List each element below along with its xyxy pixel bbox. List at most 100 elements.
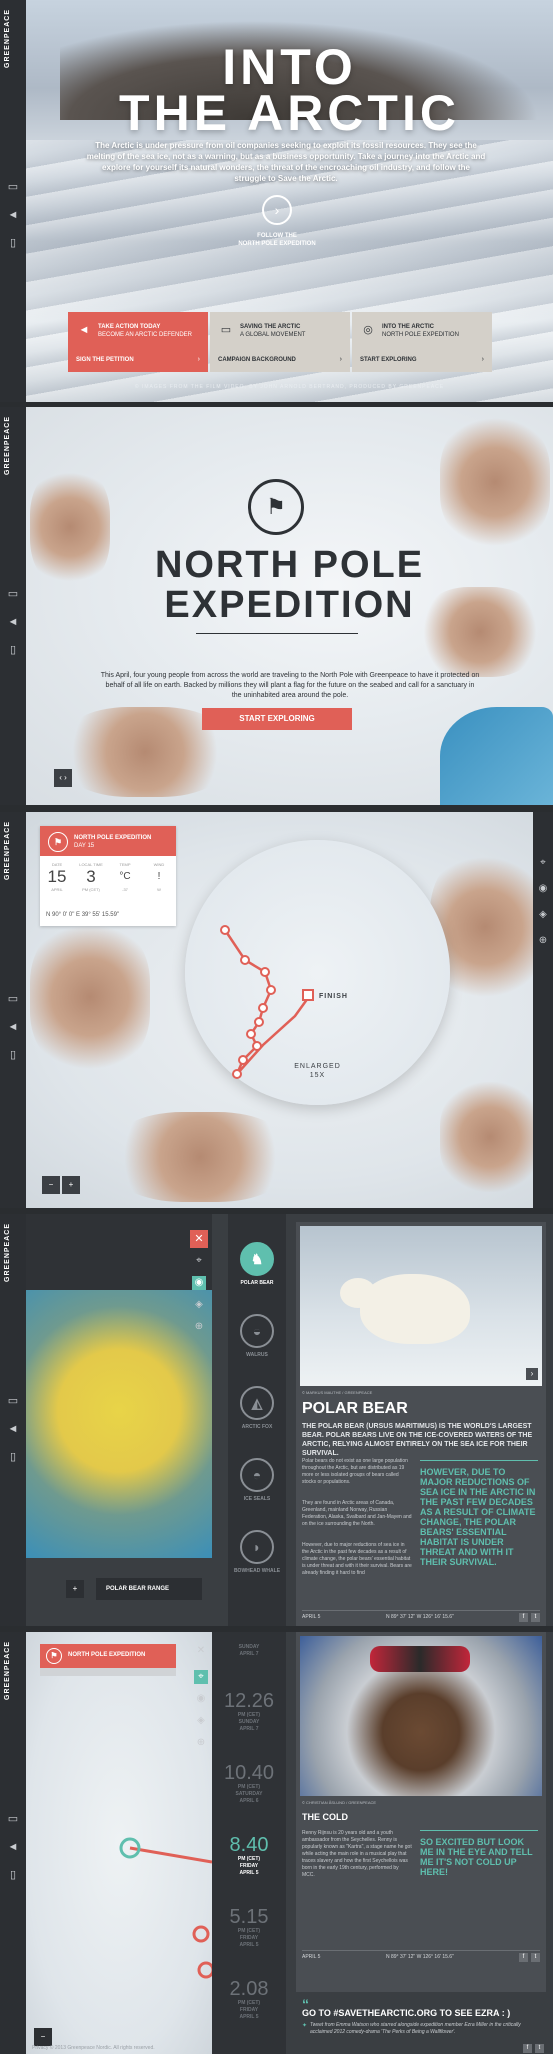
animal-icon[interactable]: ◉	[192, 1276, 206, 1290]
start-exploring-button[interactable]: START EXPLORING	[202, 708, 352, 730]
photo-credit: © MARKUS MAUTHE / GREENPEACE	[302, 1390, 373, 1395]
route-map[interactable]: ⚑ NORTH POLE EXPEDITION −	[26, 1632, 212, 2054]
route-waypoint	[260, 967, 270, 977]
animal-list: ♞ POLAR BEAR ◒ WALRUS ◭ ARCTIC FOX ◓ ICE…	[228, 1214, 286, 1626]
globe-icon[interactable]: ⊕	[536, 934, 550, 948]
animal-arctic-fox[interactable]: ◭ ARCTIC FOX	[232, 1386, 282, 1430]
zoom-out-button[interactable]: −	[42, 1176, 60, 1194]
shield-icon[interactable]: ◈	[192, 1298, 206, 1312]
follow-expedition-label[interactable]: FOLLOW THE NORTH POLE EXPEDITION	[210, 232, 344, 248]
shield-icon[interactable]: ◈	[194, 1714, 208, 1728]
map-icon[interactable]: ▭	[6, 180, 20, 194]
take-action-card[interactable]: ◄ TAKE ACTION TODAY BECOME AN ARCTIC DEF…	[68, 312, 208, 372]
cold-article: © CHRISTIAN ÅSLUND / GREENPEACE THE COLD…	[296, 1632, 546, 1992]
location-pin-icon[interactable]: ⌖	[192, 1254, 206, 1268]
timeline-entry[interactable]: 5.15 PM (CET) FRIDAY APRIL 5	[212, 1906, 286, 1949]
megaphone-icon[interactable]: ◄	[6, 615, 20, 629]
map-nav-button[interactable]: ‹ ›	[54, 769, 72, 787]
close-icon[interactable]: ✕	[190, 1230, 208, 1248]
enlarged-map-lens[interactable]: FINISH ENLARGED 15X	[185, 840, 450, 1105]
chevron-right-icon: ›	[197, 356, 200, 363]
into-arctic-card[interactable]: ◎ INTO THE ARCTIC NORTH POLE EXPEDITION …	[352, 312, 492, 372]
document-icon: ▭	[220, 324, 232, 336]
stat-wind: WIND ! W	[153, 862, 165, 892]
globe-icon[interactable]: ⊕	[194, 1736, 208, 1750]
timeline-entry[interactable]: 12.26 PM (CET) SUNDAY APRIL 7	[212, 1690, 286, 1733]
book-icon[interactable]: ▯	[6, 1048, 20, 1062]
route-overlay	[119, 1837, 212, 1979]
map-land	[440, 417, 550, 547]
expedition-emblem-icon: ◎	[363, 324, 373, 336]
greenpeace-logo[interactable]: GREENPEACE	[4, 820, 22, 880]
cta-link[interactable]: GO TO #SAVETHEARCTIC.ORG TO SEE EZRA : )	[302, 2008, 540, 2018]
book-icon[interactable]: ▯	[6, 643, 20, 657]
facebook-share-icon[interactable]: f	[523, 2044, 532, 2053]
animal-icon[interactable]: ◉	[194, 1692, 208, 1706]
animal-polar-bear[interactable]: ♞ POLAR BEAR	[232, 1242, 282, 1286]
timeline-entry-active[interactable]: 8.40 PM (CET) FRIDAY APRIL 5	[212, 1834, 286, 1877]
enlarged-label: ENLARGED 15X	[294, 1063, 341, 1079]
polar-bear-photo: ›	[300, 1226, 542, 1386]
follow-expedition-button[interactable]: ›	[262, 195, 292, 225]
megaphone-icon[interactable]: ◄	[6, 1840, 20, 1854]
twitter-share-icon[interactable]: t	[535, 2044, 544, 2053]
polar-bear-range-map[interactable]	[26, 1290, 212, 1558]
animal-ice-seals[interactable]: ◓ ICE SEALS	[232, 1458, 282, 1502]
sidebar: GREENPEACE ▭ ◄ ▯	[0, 812, 26, 1208]
facebook-share-icon[interactable]: f	[519, 1953, 528, 1962]
shield-icon[interactable]: ◈	[536, 908, 550, 922]
twitter-share-icon[interactable]: t	[531, 1953, 540, 1962]
greenpeace-logo[interactable]: GREENPEACE	[4, 415, 22, 475]
timeline-entry[interactable]: 2.08 PM (CET) FRIDAY APRIL 5	[212, 1978, 286, 2021]
map-icon[interactable]: ▭	[6, 992, 20, 1006]
map-icon[interactable]: ▭	[6, 587, 20, 601]
greenpeace-logo[interactable]: GREENPEACE	[4, 1222, 22, 1282]
animal-walrus[interactable]: ◒ WALRUS	[232, 1314, 282, 1358]
whale-icon: ◗	[240, 1530, 274, 1564]
timeline-entry[interactable]: 10.40 PM (CET) SATURDAY APRIL 6	[212, 1762, 286, 1805]
expedition-intro-text: This April, four young people from acros…	[100, 672, 480, 699]
expedition-section: GREENPEACE ▭ ◄ ▯ ⚑ NORTH POLE EXPEDITION…	[0, 407, 553, 805]
greenpeace-logo[interactable]: GREENPEACE	[4, 8, 22, 68]
article-body-3: However, due to major reductions of sea …	[302, 1542, 412, 1576]
zoom-in-button[interactable]: +	[62, 1176, 80, 1194]
saving-arctic-card[interactable]: ▭ SAVING THE ARCTIC A GLOBAL MOVEMENT CA…	[210, 312, 350, 372]
location-pin-icon[interactable]: ⌖	[536, 856, 550, 870]
sidebar: GREENPEACE ▭ ◄ ▯	[0, 1632, 26, 2054]
facebook-share-icon[interactable]: f	[519, 1613, 528, 1622]
tracker-section: GREENPEACE ▭ ◄ ▯ ⚑ NORTH POLE EXPEDITION…	[0, 812, 553, 1208]
megaphone-icon[interactable]: ◄	[6, 1422, 20, 1436]
add-layer-button[interactable]: +	[66, 1580, 84, 1598]
page-footer: Privacy © 2013 Greenpeace Nordic. All ri…	[32, 2045, 155, 2051]
globe-icon[interactable]: ⊕	[192, 1320, 206, 1334]
close-icon[interactable]: ✕	[194, 1644, 208, 1658]
pull-quote: HOWEVER, DUE TO MAJOR REDUCTIONS OF SEA …	[420, 1460, 538, 1567]
greenpeace-logo[interactable]: GREENPEACE	[4, 1640, 22, 1700]
book-icon[interactable]: ▯	[6, 1868, 20, 1882]
megaphone-icon[interactable]: ◄	[6, 1020, 20, 1034]
article-lead: THE POLAR BEAR (URSUS MARITIMUS) IS THE …	[302, 1423, 533, 1457]
finish-flag-icon	[302, 989, 314, 1001]
twitter-share-icon[interactable]: t	[531, 1613, 540, 1622]
sign-petition-link[interactable]: SIGN THE PETITION	[76, 356, 134, 364]
next-photo-button[interactable]: ›	[526, 1368, 538, 1380]
timeline-entry[interactable]: SUNDAY APRIL 7	[212, 1644, 286, 1658]
route-waypoint	[220, 925, 230, 935]
expedition-title-line1: NORTH POLE	[154, 544, 425, 586]
location-pin-icon[interactable]: ⌖	[194, 1670, 208, 1684]
map-icon[interactable]: ▭	[6, 1812, 20, 1826]
animal-icon[interactable]: ◉	[536, 882, 550, 896]
campaign-background-link[interactable]: CAMPAIGN BACKGROUND	[218, 356, 296, 364]
polar-bear-icon: ♞	[240, 1242, 274, 1276]
start-exploring-link[interactable]: START EXPLORING	[360, 356, 417, 364]
map-icon[interactable]: ▭	[6, 1394, 20, 1408]
book-icon[interactable]: ▯	[6, 1450, 20, 1464]
book-icon[interactable]: ▯	[6, 236, 20, 250]
megaphone-icon[interactable]: ◄	[6, 208, 20, 222]
route-waypoint	[240, 955, 250, 965]
wildlife-section: GREENPEACE ▭ ◄ ▯ + POLAR BEAR RANGE ✕ ⌖ …	[0, 1214, 553, 1626]
photo-credit: © CHRISTIAN ÅSLUND / GREENPEACE	[302, 1800, 377, 1805]
route-waypoint	[266, 985, 276, 995]
animal-bowhead-whale[interactable]: ◗ BOWHEAD WHALE	[232, 1530, 282, 1574]
article-body: Renny Rijnsu is 20 years old and a youth…	[302, 1830, 412, 1878]
